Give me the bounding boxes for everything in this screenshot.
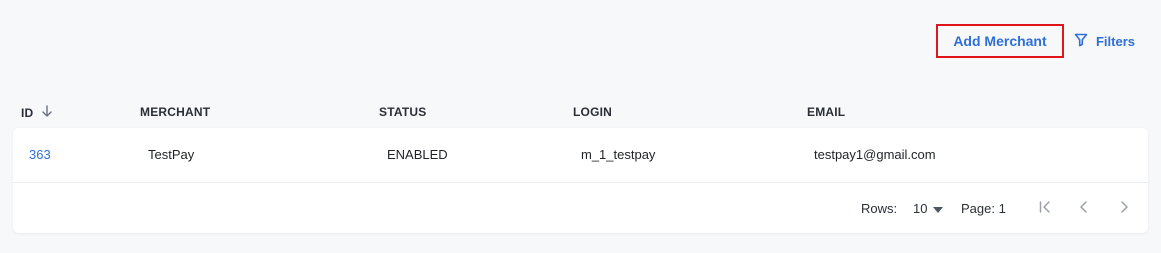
add-merchant-button[interactable]: Add Merchant (935, 24, 1064, 58)
email-cell: testpay1@gmail.com (814, 147, 936, 162)
column-header-login[interactable]: LOGIN (573, 105, 612, 119)
page-indicator: Page: 1 (961, 201, 1006, 216)
column-header-id-label: ID (21, 106, 34, 120)
sort-arrow-down-icon[interactable] (41, 105, 53, 121)
rows-per-page-value: 10 (913, 201, 928, 216)
chevron-left-icon (1076, 199, 1092, 218)
column-header-id[interactable]: ID (21, 105, 53, 121)
column-header-merchant[interactable]: MERCHANT (140, 105, 210, 119)
column-header-status-label: STATUS (379, 105, 427, 119)
rows-per-page-select[interactable]: 10 (913, 201, 944, 216)
filters-label: Filters (1095, 33, 1135, 49)
caret-down-icon (933, 201, 944, 216)
column-header-merchant-label: MERCHANT (140, 105, 211, 119)
column-header-status[interactable]: STATUS (379, 105, 426, 119)
column-header-email-label: EMAIL (807, 105, 846, 119)
merchant-name-cell: TestPay (148, 147, 195, 162)
first-page-button[interactable] (1035, 198, 1055, 218)
next-page-button[interactable] (1114, 198, 1134, 218)
table-row[interactable]: 363 TestPay ENABLED m_1_testpay testpay1… (13, 128, 1148, 183)
filters-button[interactable]: Filters (1074, 33, 1139, 50)
status-cell: ENABLED (387, 147, 448, 162)
previous-page-button[interactable] (1074, 198, 1094, 218)
first-page-icon (1037, 199, 1053, 218)
chevron-right-icon (1116, 199, 1132, 218)
toolbar: Add Merchant Filters (935, 24, 1139, 58)
merchant-id-link[interactable]: 363 (29, 147, 51, 162)
column-header-login-label: LOGIN (573, 105, 612, 119)
login-cell: m_1_testpay (581, 147, 656, 162)
filter-icon (1074, 33, 1088, 50)
merchants-page: Add Merchant Filters ID MERCHANT STATUS … (0, 0, 1161, 253)
table-header: ID MERCHANT STATUS LOGIN EMAIL (0, 100, 1161, 124)
rows-per-page-label: Rows: (861, 201, 898, 216)
pagination: Rows: 10 Page: 1 (13, 182, 1148, 233)
table-card: 363 TestPay ENABLED m_1_testpay testpay1… (13, 128, 1148, 233)
column-header-email[interactable]: EMAIL (807, 105, 845, 119)
